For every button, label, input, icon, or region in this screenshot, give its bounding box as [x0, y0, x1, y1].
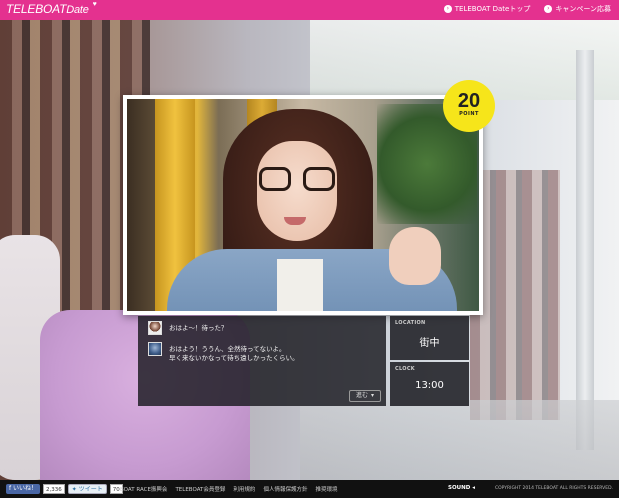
clock-label: CLOCK: [395, 366, 415, 372]
footer-links: BOAT RACE振興会 TELEBOAT会員登録 利用規約 個人情報保護方針 …: [120, 485, 337, 493]
footer: f いいね！ 2,336 ✦ ツイート 70 BOAT RACE振興会 TELE…: [0, 480, 619, 498]
nav-link-label: キャンペーン応募: [555, 5, 611, 13]
logo-sub: Date: [66, 4, 89, 16]
clock-panel: CLOCK 13:00: [390, 362, 469, 406]
next-button-label: 進む: [355, 392, 368, 399]
clock-value: 13:00: [415, 380, 444, 391]
nav-link-label: TELEBOAT Dateトップ: [454, 5, 531, 13]
triangle-down-icon: ▾: [370, 392, 374, 399]
copyright: COPYRIGHT 2014 TELEBOAT ALL RIGHTS RESER…: [494, 486, 613, 491]
point-label: POINT: [459, 111, 479, 117]
dialogue-box: おはよ〜！待った？ おはよう！ううん、全然待ってないよ。 早く来ないかなって待ち…: [138, 316, 386, 406]
waving-hand: [389, 227, 441, 285]
nav-link-top[interactable]: › TELEBOAT Dateトップ: [443, 4, 531, 14]
dialogue-text-line: おはよう！ううん、全然待ってないよ。: [169, 345, 286, 353]
arrow-right-icon: ›: [544, 5, 553, 13]
footer-link[interactable]: 利用規約: [233, 485, 255, 493]
sound-label: SOUND: [448, 485, 471, 491]
nav-link-campaign[interactable]: › キャンペーン応募: [544, 4, 611, 14]
boy-avatar-icon: [148, 342, 162, 356]
character-face: [257, 141, 337, 241]
character-photo: [127, 99, 479, 311]
tweet-label: ツイート: [78, 486, 103, 493]
street-ground: [300, 400, 619, 480]
glasses: [259, 167, 337, 191]
character-photo-frame: [123, 95, 483, 315]
teleboat-date-logo[interactable]: TELEBOATDate ♥: [6, 1, 97, 16]
white-shirt: [277, 259, 323, 311]
location-value: 街中: [419, 338, 440, 349]
location-panel: LOCATION 街中: [390, 316, 469, 360]
facebook-like-button[interactable]: f いいね！: [6, 484, 41, 494]
point-value: 20: [457, 90, 481, 112]
dialogue-text: おはよ〜！待った？: [169, 324, 228, 332]
heart-icon: ♥: [92, 1, 97, 8]
dialogue-line: おはよ〜！待った？: [148, 321, 228, 335]
dialogue-text: おはよう！ううん、全然待ってないよ。 早く来ないかなって待ち遠しかったくらい。: [169, 345, 299, 363]
sound-toggle[interactable]: SOUND ◂: [448, 485, 475, 491]
top-bar: TELEBOATDate ♥ › TELEBOAT Dateトップ › キャンペ…: [0, 0, 619, 20]
girl-avatar-icon: [148, 321, 162, 335]
top-nav: › TELEBOAT Dateトップ › キャンペーン応募: [443, 4, 611, 14]
footer-link[interactable]: TELEBOAT会員登録: [175, 485, 225, 493]
dialogue-line: おはよう！ううん、全然待ってないよ。 早く来ないかなって待ち遠しかったくらい。: [148, 342, 299, 363]
arrow-right-icon: ›: [443, 5, 452, 13]
speaker-icon: ◂: [472, 485, 475, 491]
clothing-rack-right: [470, 170, 560, 420]
social-buttons: f いいね！ 2,336 ✦ ツイート 70: [6, 484, 123, 494]
footer-link[interactable]: BOAT RACE振興会: [120, 485, 167, 493]
logo-main: TELEBOAT: [6, 2, 67, 16]
footer-link[interactable]: 推奨環境: [315, 485, 337, 493]
like-count: 2,336: [43, 484, 65, 494]
dialogue-text-line: 早く来ないかなって待ち遠しかったくらい。: [169, 354, 299, 362]
street-pole: [576, 50, 594, 450]
twitter-icon: ✦: [71, 486, 79, 493]
tweet-button[interactable]: ✦ ツイート: [67, 484, 107, 494]
point-badge: 20 POINT: [445, 82, 493, 130]
location-label: LOCATION: [395, 320, 426, 326]
footer-link[interactable]: 個人情報保護方針: [263, 485, 307, 493]
next-button[interactable]: 進む ▾: [348, 390, 381, 402]
like-label: いいね！: [13, 485, 38, 492]
